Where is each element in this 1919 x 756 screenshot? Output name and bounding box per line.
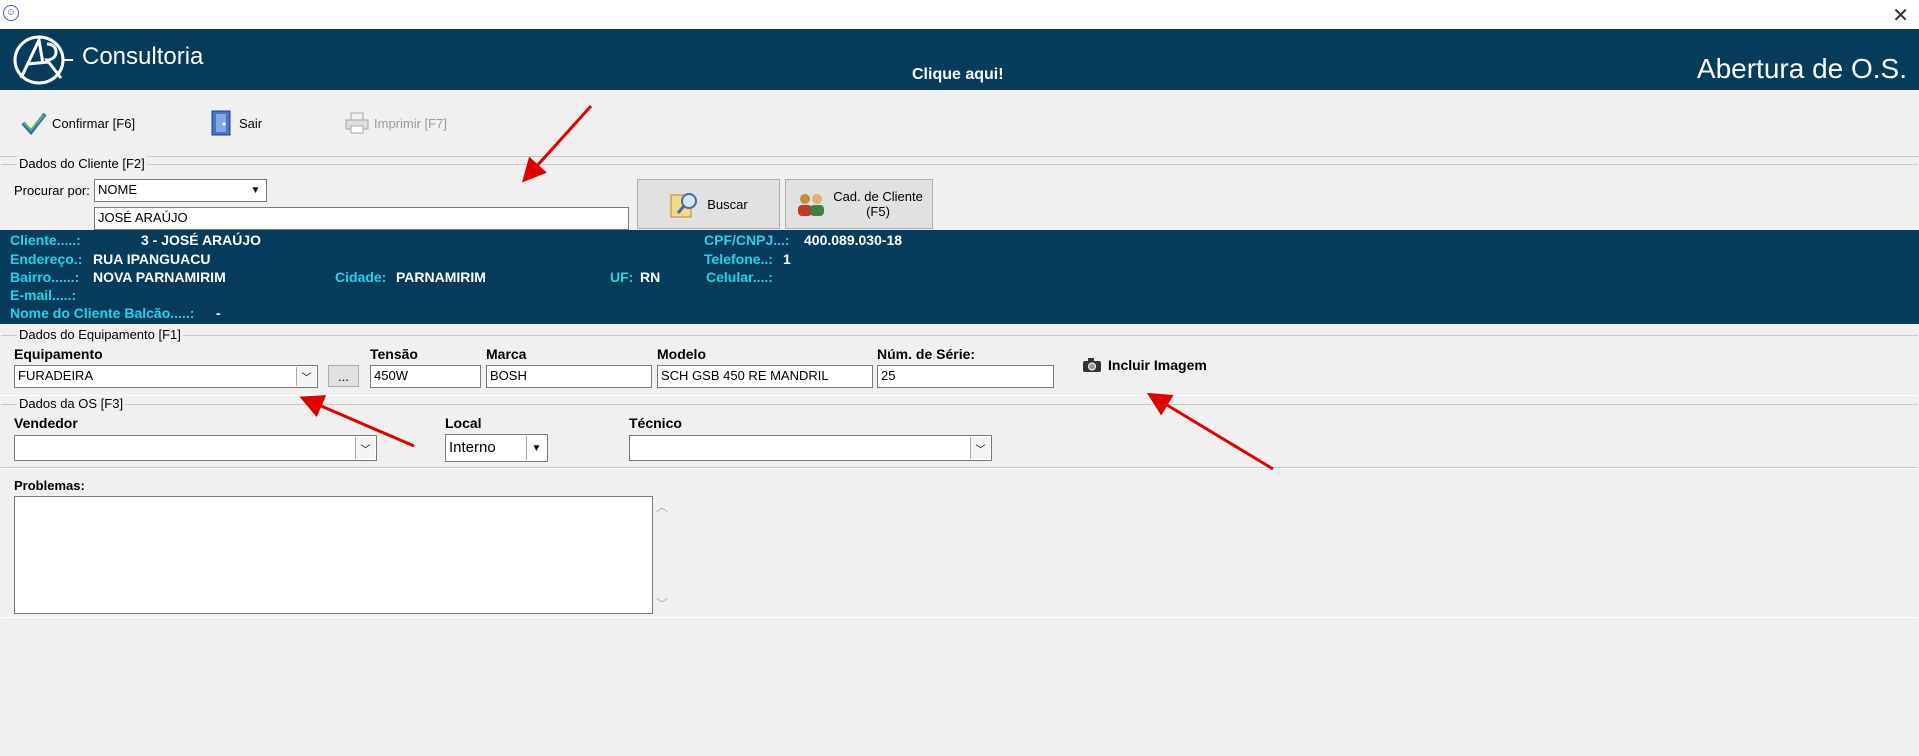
client-label: Cliente.....: xyxy=(10,232,81,248)
voltage-label: Tensão xyxy=(370,346,418,362)
model-input[interactable]: SCH GSB 450 RE MANDRIL xyxy=(657,365,873,388)
checkmark-icon xyxy=(21,112,47,135)
scroll-down-icon[interactable]: ﹀ xyxy=(656,595,668,612)
seller-label: Vendedor xyxy=(14,415,78,431)
equipment-group-title: Dados do Equipamento [F1] xyxy=(17,327,183,342)
counter-client-label: Nome do Cliente Balcão.....: xyxy=(10,305,195,321)
district-value: NOVA PARNAMIRIM xyxy=(93,269,226,285)
seller-select[interactable]: ﹀ xyxy=(14,435,377,461)
client-register-line2: (F5) xyxy=(866,204,890,219)
exit-button[interactable]: Sair xyxy=(210,110,262,136)
include-image-button[interactable]: Incluir Imagem xyxy=(1082,357,1207,373)
search-icon xyxy=(670,193,698,218)
page-title: Abertura de O.S. xyxy=(1696,53,1907,84)
chevron-down-icon[interactable]: ﹀ xyxy=(355,437,375,459)
chevron-down-icon[interactable]: ▼ xyxy=(246,181,265,200)
serial-value: 25 xyxy=(881,368,896,383)
search-button[interactable]: Buscar xyxy=(637,179,780,229)
include-image-label: Incluir Imagem xyxy=(1108,357,1207,373)
close-icon[interactable]: ✕ xyxy=(1892,3,1909,28)
model-label: Modelo xyxy=(657,346,706,362)
city-value: PARNAMIRIM xyxy=(396,269,486,285)
search-by-label: Procurar por: xyxy=(14,183,90,198)
logo xyxy=(13,35,73,85)
print-label: Imprimir [F7] xyxy=(374,115,447,131)
equipment-select[interactable]: FURADEIRA ﹀ xyxy=(14,365,318,388)
problems-label: Problemas: xyxy=(14,478,85,493)
search-button-label: Buscar xyxy=(707,196,748,212)
printer-icon xyxy=(345,112,369,134)
counter-client-value: - xyxy=(216,305,221,321)
client-search-input[interactable]: JOSÉ ARAÚJO xyxy=(94,207,629,230)
address-value: RUA IPANGUACU xyxy=(93,251,211,267)
phone-value: 1 xyxy=(783,251,791,267)
header-banner: Consultoria Clique aqui! Abertura de O.S… xyxy=(0,29,1919,90)
scroll-up-icon[interactable]: ︿ xyxy=(656,498,668,515)
equipment-value: FURADEIRA xyxy=(18,368,94,383)
phone-label: Telefone..: xyxy=(704,251,773,267)
city-label: Cidade: xyxy=(335,269,387,285)
technician-select[interactable]: ﹀ xyxy=(629,435,992,461)
cpf-label: CPF/CNPJ...: xyxy=(704,232,790,248)
search-by-value: NOME xyxy=(98,182,137,197)
voltage-value: 450W xyxy=(374,368,408,383)
camera-icon xyxy=(1083,358,1101,372)
title-bar: ☺ ✕ xyxy=(0,0,1919,29)
door-exit-icon xyxy=(211,110,231,136)
mobile-label: Celular....: xyxy=(706,269,773,285)
model-value: SCH GSB 450 RE MANDRIL xyxy=(661,368,829,383)
equipment-label: Equipamento xyxy=(14,346,103,362)
brand-label: Marca xyxy=(486,346,527,362)
technician-label: Técnico xyxy=(629,415,682,431)
users-icon xyxy=(798,194,825,216)
client-register-label: Cad. de Cliente (F5) xyxy=(833,189,923,219)
brand-input[interactable]: BOSH xyxy=(486,365,652,388)
client-register-line1: Cad. de Cliente xyxy=(833,189,923,204)
client-value: 3 - JOSÉ ARAÚJO xyxy=(141,232,262,248)
serial-label: Núm. de Série: xyxy=(877,346,976,362)
problems-textarea[interactable] xyxy=(14,496,653,614)
toolbar: Confirmar [F6] Sair Imprimir [F7] xyxy=(0,90,1919,157)
client-search-value: JOSÉ ARAÚJO xyxy=(98,210,188,225)
client-group-title: Dados do Cliente [F2] xyxy=(17,156,147,171)
os-group-title: Dados da OS [F3] xyxy=(17,396,126,411)
location-label: Local xyxy=(445,415,482,431)
clique-aqui-link[interactable]: Clique aqui! xyxy=(912,66,1004,84)
state-label: UF: xyxy=(610,269,634,285)
client-info-panel: Cliente.....: 3 - JOSÉ ARAÚJO Endereço.:… xyxy=(0,230,1919,324)
print-button[interactable]: Imprimir [F7] xyxy=(345,110,447,136)
voltage-input[interactable]: 450W xyxy=(370,365,481,388)
location-value: Interno xyxy=(449,439,496,456)
confirm-label: Confirmar [F6] xyxy=(52,115,136,131)
chevron-down-icon[interactable]: ▼ xyxy=(526,436,546,460)
app-icon: ☺ xyxy=(3,5,19,21)
ellipsis-label: ... xyxy=(338,368,349,384)
address-label: Endereço.: xyxy=(10,251,83,267)
email-label: E-mail.....: xyxy=(10,287,77,303)
chevron-down-icon[interactable]: ﹀ xyxy=(970,437,990,459)
cpf-value: 400.089.030-18 xyxy=(804,232,903,248)
exit-label: Sair xyxy=(239,115,263,131)
client-register-button[interactable]: Cad. de Cliente (F5) xyxy=(785,179,933,229)
brand-name: Consultoria xyxy=(82,43,204,70)
confirm-button[interactable]: Confirmar [F6] xyxy=(21,110,135,136)
brand-value: BOSH xyxy=(490,368,527,383)
location-select[interactable]: Interno ▼ xyxy=(445,434,548,462)
chevron-down-icon[interactable]: ﹀ xyxy=(296,367,316,386)
serial-input[interactable]: 25 xyxy=(877,365,1054,388)
equipment-lookup-button[interactable]: ... xyxy=(328,365,359,387)
state-value: RN xyxy=(640,269,661,285)
search-by-select[interactable]: NOME ▼ xyxy=(94,179,267,202)
district-label: Bairro......: xyxy=(10,269,80,285)
